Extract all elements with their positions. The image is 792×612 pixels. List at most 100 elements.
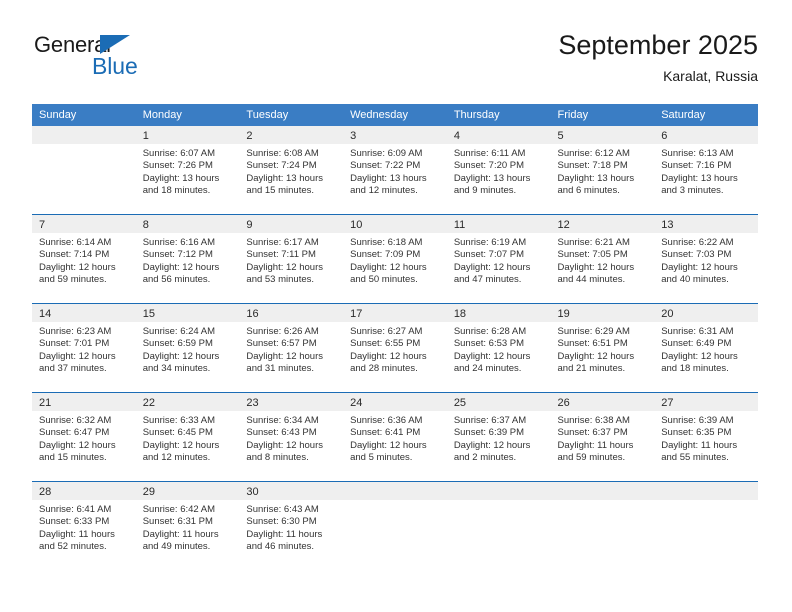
sunrise-text: Sunrise: 6:31 AM [661,326,734,337]
logo-general-blue[interactable]: General Blue [32,32,232,88]
daylight-text-line2: and 53 minutes. [246,274,315,286]
daylight-text-line2: and 34 minutes. [142,363,211,375]
calendar-day-cell[interactable]: 21 Sunrise: 6:32 AM Sunset: 6:47 PM Dayligh… [32,392,136,482]
daylight-text-line1: Daylight: 13 hours [246,172,323,184]
sunrise-text: Sunrise: 6:08 AM [246,148,319,159]
day-sun-info: Sunrise: 6:22 AM Sunset: 7:03 PM Daylight:… [654,233,758,287]
daylight-text-line1: Daylight: 12 hours [350,439,427,451]
calendar-day-cell[interactable]: 2 Sunrise: 6:08 AM Sunset: 7:24 PM Daylight… [239,126,344,215]
day-sun-info: Sunrise: 6:24 AM Sunset: 6:59 PM Daylight:… [136,322,240,376]
daylight-text-line1: Daylight: 12 hours [246,261,323,273]
calendar-day-cell[interactable]: 3 Sunrise: 6:09 AM Sunset: 7:22 PM Daylight… [343,126,447,215]
day-cell-inner: 14 Sunrise: 6:23 AM Sunset: 7:01 PM Dayligh… [32,304,136,392]
daylight-text-line2: and 15 minutes. [246,185,315,197]
day-number: 30 [239,482,344,500]
day-sun-info: Sunrise: 6:12 AM Sunset: 7:18 PM Daylight:… [551,144,655,198]
day-cell-inner: 12 Sunrise: 6:21 AM Sunset: 7:05 PM Dayligh… [550,215,655,303]
daylight-text-line2: and 50 minutes. [350,274,418,286]
day-sun-info: Sunrise: 6:38 AM Sunset: 6:37 PM Daylight:… [551,411,655,465]
day-sun-info: Sunrise: 6:17 AM Sunset: 7:11 PM Daylight:… [239,233,343,287]
calendar-day-cell[interactable]: 14 Sunrise: 6:23 AM Sunset: 7:01 PM Dayligh… [32,303,136,393]
calendar-day-cell[interactable]: 10 Sunrise: 6:18 AM Sunset: 7:09 PM Dayligh… [343,214,447,304]
page-header: General Blue September 2025 Karalat, Rus… [32,28,758,96]
daylight-text-line1: Daylight: 11 hours [142,528,219,540]
daylight-text-line2: and 44 minutes. [557,274,626,286]
calendar-day-cell [32,126,136,215]
calendar-day-cell[interactable]: 15 Sunrise: 6:24 AM Sunset: 6:59 PM Dayligh… [135,303,240,393]
daylight-text-line1: Daylight: 12 hours [557,350,635,362]
sunrise-text: Sunrise: 6:38 AM [557,415,630,426]
calendar-day-cell[interactable]: 24 Sunrise: 6:36 AM Sunset: 6:41 PM Dayligh… [343,392,447,482]
calendar-day-cell[interactable]: 25 Sunrise: 6:37 AM Sunset: 6:39 PM Dayligh… [446,392,551,482]
daylight-text-line2: and 49 minutes. [142,541,211,553]
day-cell-inner: 13 Sunrise: 6:22 AM Sunset: 7:03 PM Dayligh… [654,215,758,303]
calendar-day-cell[interactable]: 27 Sunrise: 6:39 AM Sunset: 6:35 PM Dayligh… [654,392,758,482]
calendar-day-cell[interactable]: 17 Sunrise: 6:27 AM Sunset: 6:55 PM Dayligh… [343,303,447,393]
sunset-text: Sunset: 7:11 PM [246,249,316,261]
daylight-text-line2: and 15 minutes. [39,452,107,464]
day-cell-inner: 15 Sunrise: 6:24 AM Sunset: 6:59 PM Dayligh… [135,304,240,392]
daylight-text-line1: Daylight: 12 hours [246,439,323,451]
calendar-day-cell[interactable]: 29 Sunrise: 6:42 AM Sunset: 6:31 PM Dayligh… [135,481,240,570]
sunset-text: Sunset: 6:53 PM [453,338,525,350]
calendar-body: 1 Sunrise: 6:07 AM Sunset: 7:26 PM Daylight… [32,126,758,570]
day-number: 9 [239,215,344,233]
calendar-day-cell[interactable]: 1 Sunrise: 6:07 AM Sunset: 7:26 PM Daylight… [135,126,240,215]
calendar-day-cell[interactable]: 30 Sunrise: 6:43 AM Sunset: 6:30 PM Dayligh… [239,481,344,570]
daylight-text-line1: Daylight: 13 hours [142,172,220,184]
sunset-text: Sunset: 7:26 PM [142,160,213,172]
calendar-day-cell[interactable]: 28 Sunrise: 6:41 AM Sunset: 6:33 PM Dayligh… [32,481,136,570]
calendar-day-cell[interactable]: 18 Sunrise: 6:28 AM Sunset: 6:53 PM Dayligh… [446,303,551,393]
sunrise-text: Sunrise: 6:33 AM [142,415,216,426]
daylight-text-line2: and 59 minutes. [557,452,626,464]
day-number: 19 [550,304,655,322]
sunset-text: Sunset: 6:30 PM [246,516,317,528]
calendar-day-cell[interactable]: 23 Sunrise: 6:34 AM Sunset: 6:43 PM Dayligh… [239,392,344,482]
calendar-day-cell[interactable]: 19 Sunrise: 6:29 AM Sunset: 6:51 PM Dayligh… [550,303,655,393]
day-sun-info: Sunrise: 6:09 AM Sunset: 7:22 PM Daylight:… [343,144,447,198]
daylight-text-line2: and 18 minutes. [142,185,211,197]
calendar-day-cell[interactable]: 6 Sunrise: 6:13 AM Sunset: 7:16 PM Daylight… [654,126,758,215]
sunset-text: Sunset: 6:49 PM [661,338,732,350]
calendar-day-cell[interactable]: 13 Sunrise: 6:22 AM Sunset: 7:03 PM Dayligh… [654,214,758,304]
calendar-day-cell[interactable]: 4 Sunrise: 6:11 AM Sunset: 7:20 PM Daylight… [446,126,551,215]
daylight-text-line2: and 56 minutes. [142,274,211,286]
calendar-day-cell[interactable]: 11 Sunrise: 6:19 AM Sunset: 7:07 PM Dayligh… [446,214,551,304]
day-cell-inner: 20 Sunrise: 6:31 AM Sunset: 6:49 PM Dayligh… [654,304,758,392]
day-number: 10 [343,215,447,233]
daylight-text-line2: and 37 minutes. [39,363,107,375]
weekday-header-wednesday: Wednesday [343,104,447,126]
sunset-text: Sunset: 7:22 PM [350,160,421,172]
sunset-text: Sunset: 6:57 PM [246,338,317,350]
daylight-text-line1: Daylight: 12 hours [350,350,427,362]
calendar-day-cell[interactable]: 12 Sunrise: 6:21 AM Sunset: 7:05 PM Dayligh… [550,214,655,304]
sunrise-text: Sunrise: 6:36 AM [350,415,423,426]
daylight-text-line1: Daylight: 12 hours [142,261,220,273]
daylight-text-line1: Daylight: 13 hours [557,172,635,184]
day-number: 1 [135,126,240,144]
day-sun-info: Sunrise: 6:18 AM Sunset: 7:09 PM Daylight:… [343,233,447,287]
calendar-day-cell[interactable]: 9 Sunrise: 6:17 AM Sunset: 7:11 PM Daylight… [239,214,344,304]
daylight-text-line2: and 9 minutes. [453,185,517,197]
calendar-table: Sunday Monday Tuesday Wednesday Thursday… [32,104,758,570]
calendar-day-cell[interactable]: 7 Sunrise: 6:14 AM Sunset: 7:14 PM Daylight… [32,214,136,304]
daylight-text-line1: Daylight: 12 hours [39,261,116,273]
calendar-day-cell[interactable]: 8 Sunrise: 6:16 AM Sunset: 7:12 PM Daylight… [135,214,240,304]
sunrise-text: Sunrise: 6:13 AM [661,148,734,159]
calendar-day-cell[interactable]: 26 Sunrise: 6:38 AM Sunset: 6:37 PM Dayligh… [550,392,655,482]
calendar-day-cell[interactable]: 16 Sunrise: 6:26 AM Sunset: 6:57 PM Dayligh… [239,303,344,393]
calendar-day-cell[interactable]: 22 Sunrise: 6:33 AM Sunset: 6:45 PM Dayligh… [135,392,240,482]
daylight-text-line1: Daylight: 12 hours [246,350,323,362]
sunset-text: Sunset: 7:01 PM [39,338,110,350]
day-sun-info: Sunrise: 6:13 AM Sunset: 7:16 PM Daylight:… [654,144,758,198]
day-cell-inner: 11 Sunrise: 6:19 AM Sunset: 7:07 PM Dayligh… [446,215,551,303]
sunrise-text: Sunrise: 6:12 AM [557,148,630,159]
day-number: 3 [343,126,447,144]
daylight-text-line1: Daylight: 11 hours [246,528,323,540]
day-sun-info: Sunrise: 6:34 AM Sunset: 6:43 PM Daylight:… [239,411,343,465]
calendar-day-cell[interactable]: 5 Sunrise: 6:12 AM Sunset: 7:18 PM Daylight… [550,126,655,215]
day-cell-inner: 2 Sunrise: 6:08 AM Sunset: 7:24 PM Daylight… [239,126,344,214]
day-sun-info: Sunrise: 6:27 AM Sunset: 6:55 PM Daylight:… [343,322,447,376]
daylight-text-line1: Daylight: 13 hours [453,172,531,184]
calendar-day-cell[interactable]: 20 Sunrise: 6:31 AM Sunset: 6:49 PM Dayligh… [654,303,758,393]
